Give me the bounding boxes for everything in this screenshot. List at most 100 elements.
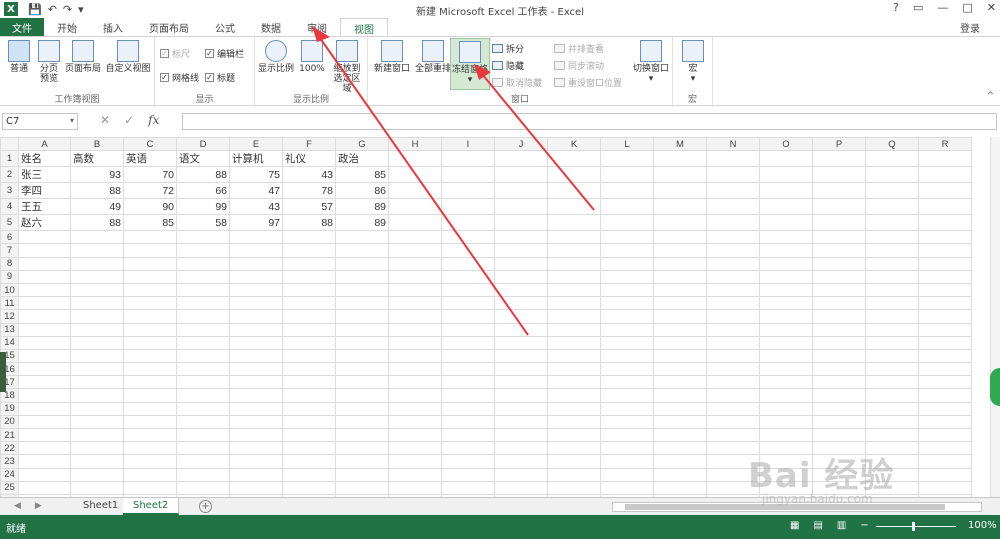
cell[interactable]	[441, 322, 495, 337]
cell[interactable]	[229, 480, 283, 495]
column-header[interactable]: B	[70, 137, 124, 152]
cell[interactable]	[547, 166, 601, 184]
cell[interactable]	[600, 269, 654, 284]
cell[interactable]: 85	[335, 166, 389, 184]
cell[interactable]	[547, 414, 601, 430]
cell[interactable]	[123, 269, 177, 284]
cell[interactable]	[494, 441, 548, 456]
cell[interactable]	[335, 427, 389, 443]
cell[interactable]	[653, 214, 707, 232]
cell[interactable]	[18, 375, 71, 390]
cell[interactable]	[388, 335, 442, 350]
cell[interactable]	[441, 166, 495, 184]
add-sheet-icon[interactable]: +	[199, 500, 212, 513]
cell[interactable]	[123, 480, 177, 495]
cell[interactable]	[812, 427, 866, 443]
cell[interactable]	[865, 166, 919, 184]
cell[interactable]	[494, 467, 548, 482]
cell[interactable]	[229, 309, 283, 324]
minimize-icon[interactable]: —	[937, 1, 948, 14]
column-header[interactable]: A	[18, 137, 71, 152]
cell[interactable]	[441, 198, 495, 216]
cell[interactable]	[759, 269, 813, 284]
cell[interactable]	[18, 467, 71, 482]
row-header[interactable]: 14	[0, 335, 19, 350]
view-side-by-side-button[interactable]: 并排查看	[554, 42, 604, 55]
cell[interactable]: 97	[229, 214, 283, 232]
cell[interactable]	[653, 427, 707, 443]
cell[interactable]	[918, 335, 972, 350]
row-header[interactable]: 25	[0, 480, 19, 495]
cell[interactable]	[335, 269, 389, 284]
cell[interactable]	[494, 401, 548, 416]
cell-table[interactable]: A B C D E F G H I J K L M N O P Q R 1 姓名 高数 英语 语文 计算机 礼仪 政治 2 张三 93 7…	[0, 137, 972, 497]
cell[interactable]	[759, 348, 813, 364]
cell[interactable]	[600, 480, 654, 495]
row-header[interactable]: 4	[0, 198, 19, 216]
cell[interactable]: 张三	[18, 166, 71, 184]
cell[interactable]	[335, 348, 389, 364]
cell[interactable]	[282, 362, 336, 377]
cell[interactable]	[494, 166, 548, 184]
cell[interactable]	[706, 269, 760, 284]
cell[interactable]	[335, 282, 389, 298]
cell[interactable]	[229, 454, 283, 469]
column-header[interactable]: R	[918, 137, 972, 152]
column-header[interactable]: C	[123, 137, 177, 152]
tab-formulas[interactable]: 公式	[202, 18, 248, 36]
cell[interactable]	[812, 182, 866, 200]
cell[interactable]	[547, 296, 601, 311]
cell[interactable]	[918, 414, 972, 430]
cell[interactable]	[335, 322, 389, 337]
cell[interactable]	[547, 256, 601, 271]
cell[interactable]	[335, 335, 389, 350]
custom-views-button[interactable]: 自定义视图	[104, 40, 152, 74]
cell[interactable]	[494, 282, 548, 298]
cell[interactable]: 72	[123, 182, 177, 200]
cell[interactable]	[388, 198, 442, 216]
cell[interactable]	[123, 454, 177, 469]
row-header[interactable]: 23	[0, 454, 19, 469]
cell[interactable]	[388, 401, 442, 416]
cell[interactable]	[918, 182, 972, 200]
cell[interactable]	[547, 480, 601, 495]
cell[interactable]	[388, 441, 442, 456]
cell[interactable]	[865, 322, 919, 337]
cell[interactable]	[865, 375, 919, 390]
cell[interactable]	[759, 375, 813, 390]
cell[interactable]	[18, 256, 71, 271]
cell[interactable]	[229, 230, 283, 245]
cell[interactable]	[653, 335, 707, 350]
cell[interactable]	[494, 243, 548, 258]
cell[interactable]	[282, 467, 336, 482]
cell[interactable]	[70, 454, 124, 469]
close-icon[interactable]: ✕	[987, 1, 996, 14]
zoom-slider[interactable]	[876, 522, 956, 531]
cell[interactable]: 89	[335, 214, 389, 232]
cell[interactable]	[229, 401, 283, 416]
cell[interactable]	[547, 150, 601, 168]
cell[interactable]	[600, 322, 654, 337]
formula-bar-checkbox[interactable]: ✓ 编辑栏	[205, 47, 244, 60]
cell[interactable]	[229, 243, 283, 258]
cell[interactable]	[653, 282, 707, 298]
cell[interactable]: 政治	[335, 150, 389, 168]
cell[interactable]	[18, 348, 71, 364]
cell[interactable]	[123, 309, 177, 324]
cell[interactable]	[653, 230, 707, 245]
cell[interactable]	[706, 243, 760, 258]
cell[interactable]	[865, 309, 919, 324]
row-header[interactable]: 24	[0, 467, 19, 482]
cell[interactable]	[176, 388, 230, 403]
cell[interactable]	[441, 243, 495, 258]
name-box[interactable]: C7 ▾	[2, 113, 78, 130]
column-header[interactable]: G	[335, 137, 389, 152]
cell[interactable]	[441, 480, 495, 495]
cell[interactable]	[388, 427, 442, 443]
cell[interactable]: 86	[335, 182, 389, 200]
cell[interactable]	[547, 322, 601, 337]
insert-function-icon[interactable]: fx	[148, 113, 159, 127]
cell[interactable]: 语文	[176, 150, 230, 168]
cell[interactable]	[653, 309, 707, 324]
cell[interactable]	[759, 166, 813, 184]
